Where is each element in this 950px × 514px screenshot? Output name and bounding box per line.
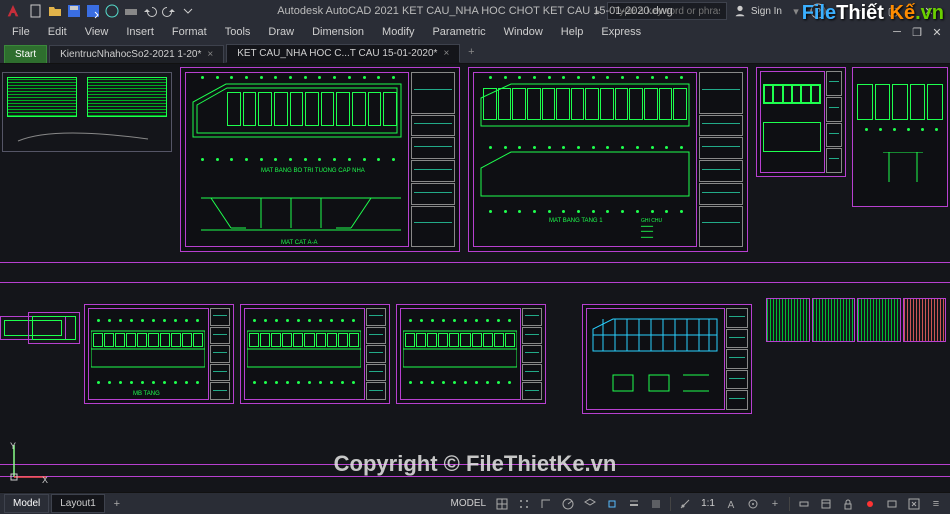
annotation-visibility-icon[interactable]: A: [721, 495, 741, 513]
layout-tab-model[interactable]: Model: [4, 494, 49, 513]
autocad-logo[interactable]: [4, 2, 22, 20]
quick-access-toolbar: [28, 3, 196, 19]
save-icon[interactable]: [66, 3, 82, 19]
doc-restore-button[interactable]: ❐: [908, 24, 926, 40]
isolate-objects-icon[interactable]: [860, 495, 880, 513]
new-icon[interactable]: [28, 3, 44, 19]
transparency-icon[interactable]: [646, 495, 666, 513]
menu-file[interactable]: File: [4, 24, 38, 40]
drawing-sheet: [240, 304, 390, 404]
polar-toggle-icon[interactable]: [558, 495, 578, 513]
workspace-switch-icon[interactable]: [743, 495, 763, 513]
hardware-accel-icon[interactable]: [882, 495, 902, 513]
customize-icon[interactable]: ≡: [926, 495, 946, 513]
web-icon[interactable]: [104, 3, 120, 19]
tab-close-icon[interactable]: ×: [207, 49, 213, 60]
osnap-toggle-icon[interactable]: [602, 495, 622, 513]
maximize-button[interactable]: ▢: [876, 1, 910, 21]
start-tab[interactable]: Start: [4, 45, 47, 63]
lineweight-icon[interactable]: [624, 495, 644, 513]
redo-icon[interactable]: [161, 3, 177, 19]
isodraft-icon[interactable]: [580, 495, 600, 513]
menu-view[interactable]: View: [77, 24, 117, 40]
close-button[interactable]: ✕: [912, 1, 946, 21]
menu-help[interactable]: Help: [553, 24, 592, 40]
drawing-sheet: MB TANG: [84, 304, 234, 404]
file-tab[interactable]: KientrucNhahocSo2-2021 1-20*×: [49, 45, 224, 63]
section-caption: MAT CAT A-A: [281, 240, 318, 246]
menu-edit[interactable]: Edit: [40, 24, 75, 40]
file-tab[interactable]: KET CAU_NHA HOC C...T CAU 15-01-2020*×: [226, 44, 460, 63]
minimize-button[interactable]: ─: [840, 1, 874, 21]
new-tab-button[interactable]: +: [462, 43, 480, 61]
layout-tab[interactable]: Layout1: [51, 494, 105, 513]
drawing-sheet: MAT BANG TANG 1 GHI CHU━━━━━━━━━━━━: [468, 67, 748, 252]
drawing-sheet: [852, 67, 948, 207]
plot-icon[interactable]: [123, 3, 139, 19]
window-title: Autodesk AutoCAD 2021 KET CAU_NHA HOC CH…: [277, 5, 673, 17]
menu-modify[interactable]: Modify: [374, 24, 422, 40]
svg-text:X: X: [42, 475, 48, 483]
ucs-icon[interactable]: Y X: [8, 441, 50, 486]
app-dropdown-icon[interactable]: ▾: [788, 3, 804, 19]
lock-ui-icon[interactable]: [838, 495, 858, 513]
tab-close-icon[interactable]: ×: [443, 48, 449, 59]
menu-dimension[interactable]: Dimension: [304, 24, 372, 40]
snap-toggle-icon[interactable]: [514, 495, 534, 513]
units-icon[interactable]: [794, 495, 814, 513]
menu-insert[interactable]: Insert: [118, 24, 162, 40]
clean-screen-icon[interactable]: [904, 495, 924, 513]
sheet-thumbnail: [2, 72, 172, 152]
model-space-button[interactable]: MODEL: [447, 498, 491, 509]
doc-close-button[interactable]: ✕: [928, 24, 946, 40]
file-tabs: Start KientrucNhahocSo2-2021 1-20*× KET …: [0, 42, 950, 64]
model-viewport[interactable]: TOP N E W S /*noop*/ MAT BANG BO: [0, 64, 950, 492]
layout-add-icon[interactable]: +: [107, 495, 127, 513]
drawing-sheet: [396, 304, 546, 404]
drawing-sheet: [756, 67, 846, 177]
menu-window[interactable]: Window: [496, 24, 551, 40]
note-block: GHI CHU━━━━━━━━━━━━: [641, 219, 691, 241]
annotation-scale-icon[interactable]: [675, 495, 695, 513]
menu-express[interactable]: Express: [593, 24, 649, 40]
plan-caption: MAT BANG TANG 1: [549, 218, 603, 224]
annotation-scale-label[interactable]: 1:1: [697, 498, 719, 509]
grid-toggle-icon[interactable]: [492, 495, 512, 513]
qat-dropdown-icon[interactable]: [180, 3, 196, 19]
help-icon[interactable]: ?: [810, 3, 826, 19]
undo-icon[interactable]: [142, 3, 158, 19]
doc-minimize-button[interactable]: ─: [888, 24, 906, 40]
sheet-thumbnail: [28, 312, 80, 344]
svg-text:?: ?: [815, 7, 821, 18]
menu-tools[interactable]: Tools: [217, 24, 259, 40]
plan-caption: MB TANG: [133, 391, 160, 397]
drawing-sheet: /*noop*/ MAT BANG BO TRI TUONG CAP NHA M…: [180, 67, 460, 252]
plan-caption: MAT BANG BO TRI TUONG CAP NHA: [261, 168, 365, 174]
status-bar: Model Layout1 + MODEL 1:1 A + ≡: [0, 492, 950, 514]
svg-text:A: A: [728, 500, 735, 510]
ortho-toggle-icon[interactable]: [536, 495, 556, 513]
open-icon[interactable]: [47, 3, 63, 19]
menu-parametric[interactable]: Parametric: [424, 24, 493, 40]
saveas-icon[interactable]: [85, 3, 101, 19]
title-bar: Autodesk AutoCAD 2021 KET CAU_NHA HOC CH…: [0, 0, 950, 22]
sign-in-label: Sign In: [751, 6, 782, 17]
annotation-monitor-icon[interactable]: +: [765, 495, 785, 513]
drawing-sheet: [582, 304, 752, 414]
menu-format[interactable]: Format: [164, 24, 215, 40]
quick-properties-icon[interactable]: [816, 495, 836, 513]
sign-in-button[interactable]: Sign In: [733, 4, 782, 18]
menu-draw[interactable]: Draw: [260, 24, 302, 40]
menu-bar: File Edit View Insert Format Tools Draw …: [0, 22, 950, 42]
svg-text:Y: Y: [10, 441, 16, 451]
detail-strip: [766, 298, 946, 342]
